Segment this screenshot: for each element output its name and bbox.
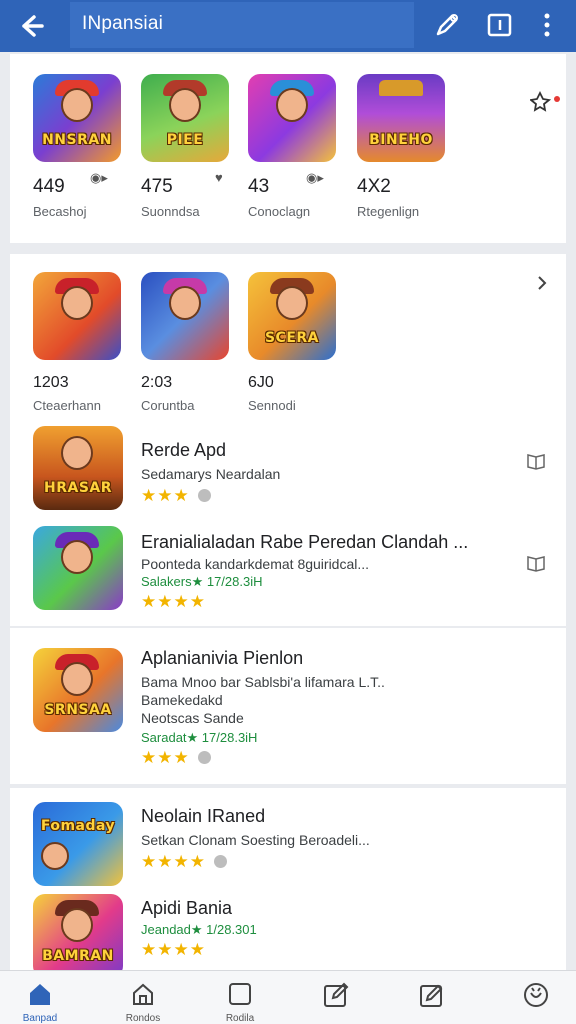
nav-rondos[interactable]: Rondos bbox=[95, 971, 191, 1024]
rating-stars: ★★★★ bbox=[141, 592, 206, 611]
game-art: PIEE bbox=[141, 74, 229, 162]
square-icon bbox=[229, 983, 251, 1005]
game-art: HRASAR bbox=[33, 426, 123, 510]
page-title: INpansiai bbox=[82, 13, 164, 34]
rating-stars: ★★★ bbox=[141, 486, 211, 506]
nav-rodila[interactable]: Rodila bbox=[192, 971, 288, 1024]
sync-icon: ◉▸ bbox=[306, 170, 324, 185]
game-name: Rtegenlign bbox=[357, 204, 420, 219]
pin-icon[interactable] bbox=[528, 90, 560, 117]
nav-home[interactable]: Banpad bbox=[0, 971, 88, 1024]
book-icon[interactable] bbox=[526, 554, 546, 572]
game-name: Becashoj bbox=[33, 204, 87, 219]
game-art: NNSRAN bbox=[33, 74, 121, 162]
top-games-card: NNSRAN 449 Becashoj ◉▸ PIEE 475 Suonndsa… bbox=[10, 54, 566, 243]
game-art bbox=[248, 74, 336, 162]
list-item-subtitle: Bama Mnoo bar Sablsbi'a lifamara L.T.. bbox=[141, 674, 385, 690]
back-arrow-icon[interactable] bbox=[14, 10, 48, 42]
rating-stars: ★★★ bbox=[141, 748, 211, 768]
game-tile[interactable]: BINEHO 4X2 Rtegenlign bbox=[357, 74, 445, 219]
game-art: BINEHO bbox=[357, 74, 445, 162]
title-field[interactable]: INpansiai bbox=[70, 2, 414, 48]
list-item[interactable]: Eranialialadan Rabe Peredan Clandah ... … bbox=[10, 526, 566, 616]
app-bar: INpansiai bbox=[0, 0, 576, 52]
game-name: Cteaerhann bbox=[33, 398, 101, 413]
edit-square-icon bbox=[324, 982, 349, 1007]
game-art: BAMRAN bbox=[33, 894, 123, 978]
list-item-subtitle: Poonteda kandarkdemat 8guiridcal... bbox=[141, 556, 370, 572]
list-item-title: Aplanianivia Pienlon bbox=[141, 648, 304, 668]
game-name: Conoclagn bbox=[248, 204, 311, 219]
list-item-meta: Salakers★ 17/28.3iH bbox=[141, 574, 263, 589]
list-item[interactable]: BAMRAN Apidi Bania Jeandad★ 1/28.301 ★★★… bbox=[10, 894, 566, 978]
game-name: Coruntba bbox=[141, 398, 195, 413]
list-item[interactable]: SRNSAA Aplanianivia Pienlon Bama Mnoo ba… bbox=[10, 646, 566, 768]
list-item-title: Neolain IRaned bbox=[141, 806, 266, 826]
game-tile[interactable]: 1203 Cteaerhann bbox=[33, 272, 121, 413]
game-art bbox=[33, 272, 121, 360]
list-item-subtitle: Neotscas Sande bbox=[141, 710, 244, 726]
chevron-right-icon[interactable] bbox=[536, 274, 548, 297]
smiley-icon bbox=[524, 983, 548, 1007]
game-tile[interactable]: 2:03 Coruntba bbox=[141, 272, 229, 413]
game-art: Fomaday bbox=[33, 802, 123, 886]
list-item-title: Apidi Bania bbox=[141, 898, 233, 918]
list-item-subtitle: Bamekedakd bbox=[141, 692, 223, 708]
list-item-meta: Saradat★ 17/28.3iH bbox=[141, 730, 258, 745]
rating-stars: ★★★★ bbox=[141, 852, 227, 872]
game-name: Sennodi bbox=[248, 398, 296, 413]
house-outline-icon bbox=[133, 983, 153, 1005]
game-art bbox=[33, 526, 123, 610]
list-item-meta: Jeandad★ 1/28.301 bbox=[141, 922, 257, 937]
list-item[interactable]: HRASAR Rerde Apd Sedamarys Neardalan ★★★ bbox=[10, 426, 566, 516]
list-card: SRNSAA Aplanianivia Pienlon Bama Mnoo ba… bbox=[10, 628, 566, 784]
game-tile[interactable]: NNSRAN 449 Becashoj bbox=[33, 74, 121, 219]
heart-icon: ♥ bbox=[215, 170, 223, 185]
sync-icon: ◉▸ bbox=[90, 170, 108, 185]
games-list-card: 1203 Cteaerhann 2:03 Coruntba SCERA 6J0 … bbox=[10, 254, 566, 626]
window-icon[interactable] bbox=[485, 10, 515, 40]
list-item-subtitle: Setkan Clonam Soesting Beroadeli... bbox=[141, 832, 370, 848]
game-number: 2:03 bbox=[141, 374, 173, 391]
game-number: 1203 bbox=[33, 374, 69, 391]
book-icon[interactable] bbox=[526, 452, 546, 470]
more-vert-icon[interactable] bbox=[532, 10, 562, 40]
list-item[interactable]: Fomaday Neolain IRaned Setkan Clonam Soe… bbox=[10, 802, 566, 886]
list-item-title: Rerde Apd bbox=[141, 440, 227, 460]
list-item-title: Eranialialadan Rabe Peredan Clandah ... bbox=[141, 532, 469, 552]
game-art: SRNSAA bbox=[33, 648, 123, 732]
game-tile[interactable]: PIEE 475 Suonndsa bbox=[141, 74, 229, 219]
list-card: Fomaday Neolain IRaned Setkan Clonam Soe… bbox=[10, 788, 566, 978]
game-number: 6J0 bbox=[248, 374, 274, 391]
nav-compose[interactable] bbox=[384, 971, 480, 1024]
game-tile[interactable]: 43 Conoclagn bbox=[248, 74, 336, 219]
rating-stars: ★★★★ bbox=[141, 940, 206, 959]
game-tile[interactable]: SCERA 6J0 Sennodi bbox=[248, 272, 336, 413]
game-number: 4X2 bbox=[357, 176, 391, 197]
game-art: SCERA bbox=[248, 272, 336, 360]
edit-pen-icon[interactable] bbox=[432, 10, 462, 40]
compose-icon bbox=[420, 984, 443, 1007]
nav-edit[interactable] bbox=[288, 971, 384, 1024]
game-art bbox=[141, 272, 229, 360]
nav-profile[interactable] bbox=[488, 971, 576, 1024]
home-icon bbox=[30, 984, 50, 1005]
game-name: Suonndsa bbox=[141, 204, 200, 219]
bottom-navigation: Banpad Rondos Rodila bbox=[0, 970, 576, 1024]
list-item-subtitle: Sedamarys Neardalan bbox=[141, 466, 281, 482]
